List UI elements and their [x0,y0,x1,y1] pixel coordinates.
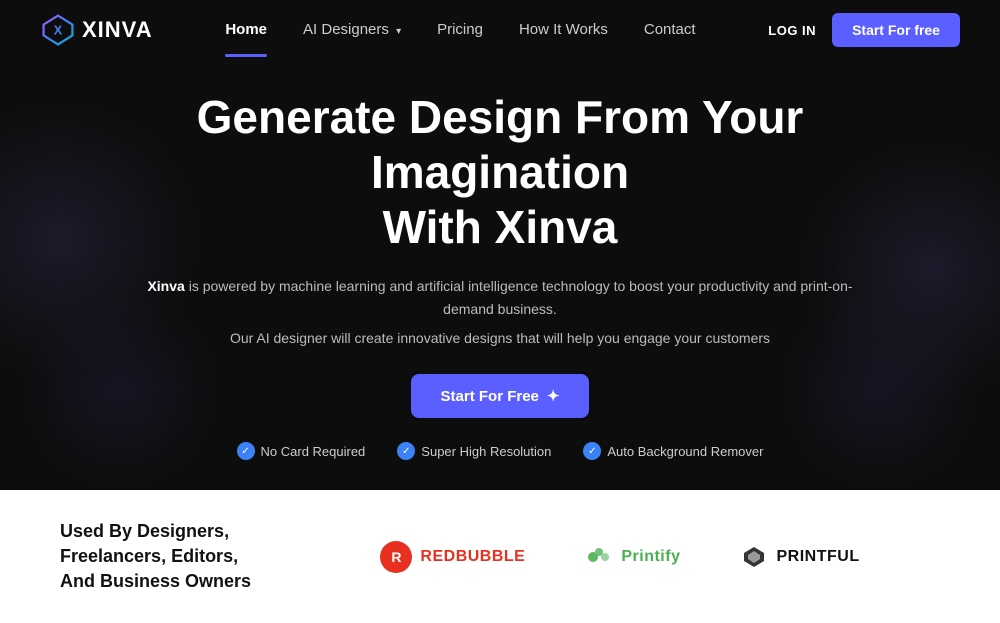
login-button[interactable]: LOG IN [768,23,816,38]
svg-text:X: X [54,24,63,38]
dropdown-arrow-icon: ▾ [396,26,401,37]
check-icon-1: ✓ [237,442,255,460]
hero-section: Generate Design From Your Imagination Wi… [0,60,1000,490]
check-icon-3: ✓ [583,442,601,460]
nav-item-ai-designers[interactable]: AI Designers ▾ [303,21,401,39]
logo-text: XINVA [82,17,153,43]
hero-subtitle: Xinva is powered by machine learning and… [140,275,860,320]
brand-redbubble: R REDBUBBLE [380,541,525,573]
hero-badges: ✓ No Card Required ✓ Super High Resoluti… [140,442,860,460]
star-icon: ✦ [547,387,560,405]
hero-content: Generate Design From Your Imagination Wi… [140,90,860,460]
badge-high-resolution: ✓ Super High Resolution [397,442,551,460]
nav-item-home[interactable]: Home [225,21,267,39]
check-icon-2: ✓ [397,442,415,460]
navbar: X XINVA Home AI Designers ▾ Pricing How … [0,0,1000,60]
hero-title: Generate Design From Your Imagination Wi… [140,90,860,256]
redbubble-icon: R [380,541,412,573]
start-free-nav-button[interactable]: Start For free [832,13,960,47]
printify-icon [585,543,613,571]
bottom-section: Used By Designers, Freelancers, Editors,… [0,490,1000,623]
nav-item-contact[interactable]: Contact [644,21,696,39]
brand-printify: Printify [585,543,680,571]
printful-icon [740,543,768,571]
badge-background-remover: ✓ Auto Background Remover [583,442,763,460]
nav-item-pricing[interactable]: Pricing [437,21,483,39]
hero-description: Our AI designer will create innovative d… [140,330,860,346]
nav-links: Home AI Designers ▾ Pricing How It Works… [225,21,695,39]
nav-item-how-it-works[interactable]: How It Works [519,21,608,39]
nav-right: LOG IN Start For free [768,13,960,47]
brands-list: R REDBUBBLE Printify PRINTFUL [300,541,940,573]
brand-printful: PRINTFUL [740,543,859,571]
bottom-title: Used By Designers, Freelancers, Editors,… [60,519,260,595]
badge-no-card: ✓ No Card Required [237,442,366,460]
start-free-hero-button[interactable]: Start For Free ✦ [411,374,590,418]
logo[interactable]: X XINVA [40,12,153,48]
